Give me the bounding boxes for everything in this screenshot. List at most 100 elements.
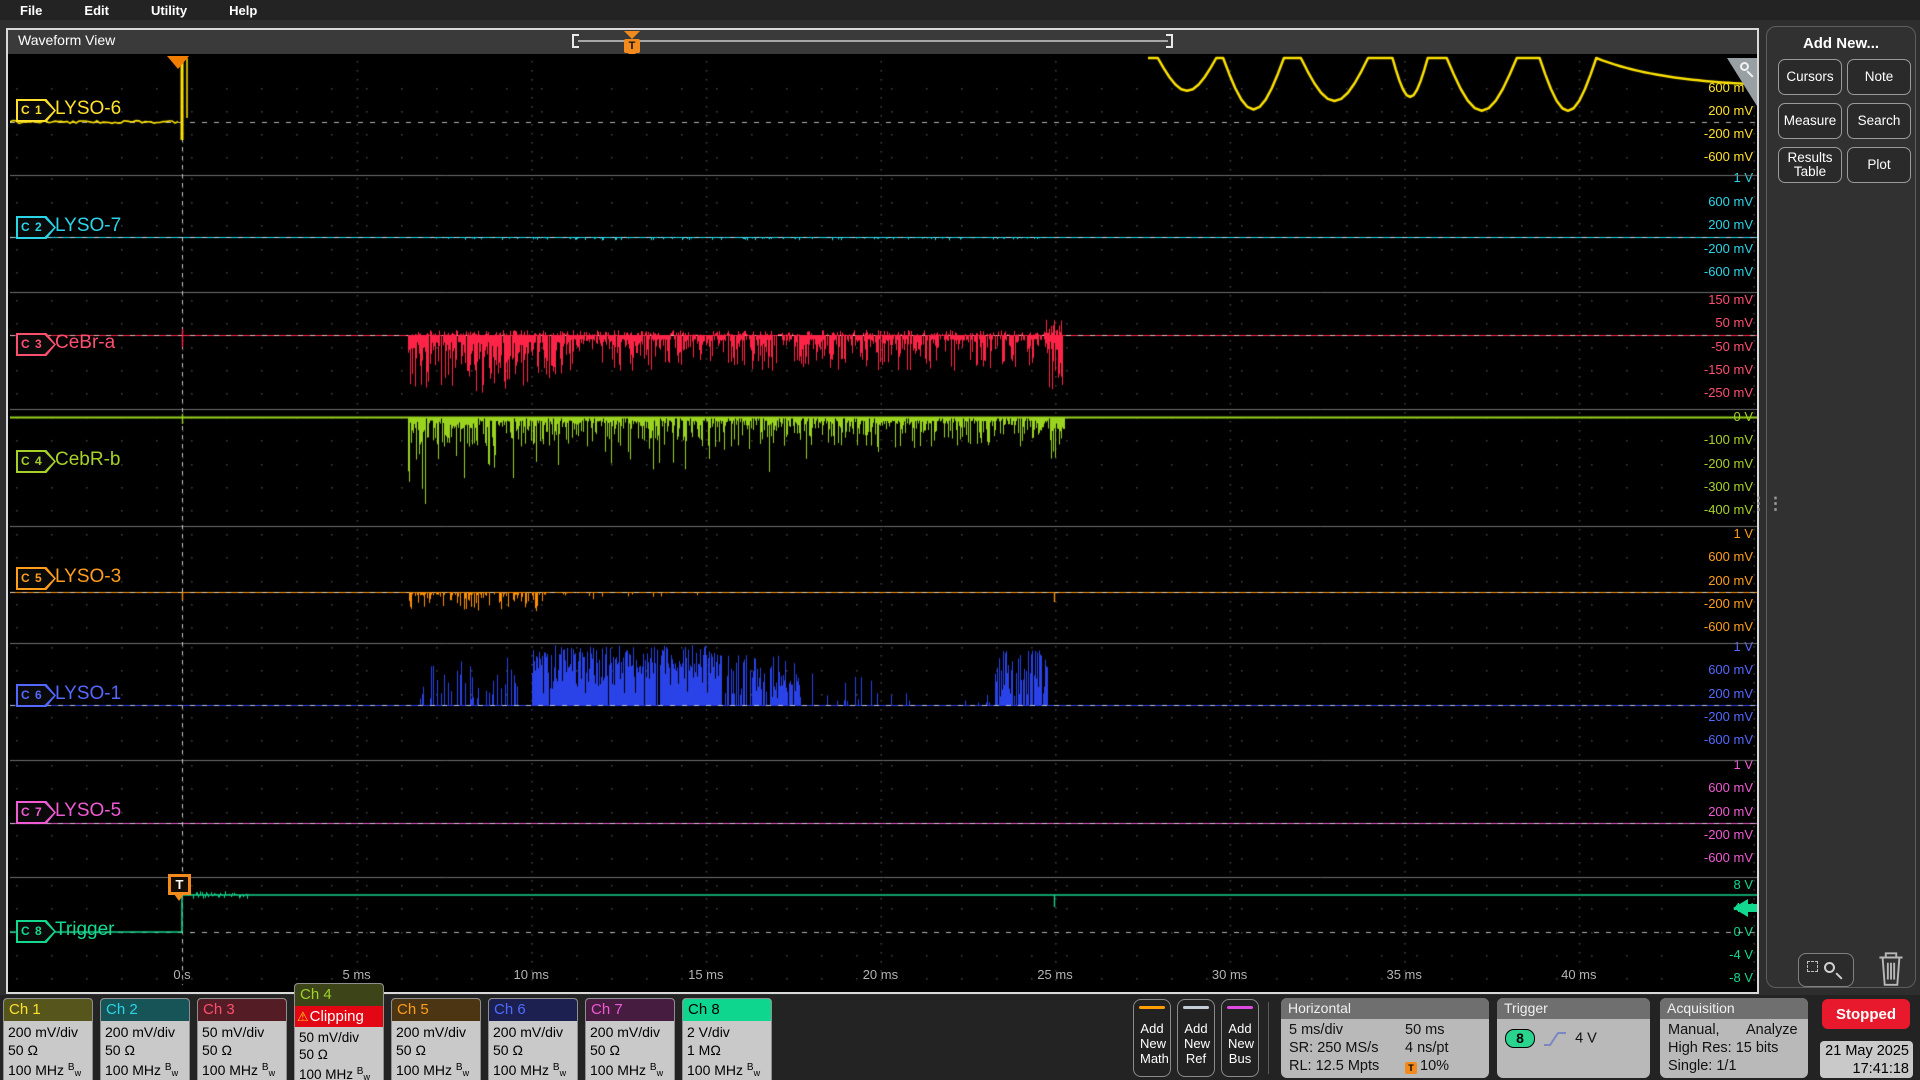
channel-name-label[interactable]: CebR-b: [55, 449, 120, 471]
minimap-right-bracket[interactable]: [1166, 34, 1173, 48]
channel-tag-c5[interactable]: C 5: [16, 567, 56, 590]
channel-impedance: 50 Ω: [396, 1041, 476, 1059]
channel-badge-title: Ch 8: [683, 999, 771, 1021]
sidebar-button-cursors[interactable]: Cursors: [1778, 59, 1842, 95]
channel-badge-ch3[interactable]: Ch 350 mV/div50 Ω100 MHz Bw: [197, 998, 287, 1080]
channel-tag-label: C 8: [16, 920, 56, 943]
channel-impedance: 50 Ω: [105, 1041, 185, 1059]
trigger-position-marker[interactable]: [167, 56, 189, 69]
channel-badge-settings: 200 mV/div50 Ω100 MHz Bw: [101, 1021, 189, 1080]
add-new-math-button[interactable]: AddNewMath: [1133, 999, 1171, 1077]
clipping-label: Clipping: [310, 1008, 364, 1025]
channel-tag-c7[interactable]: C 7: [16, 801, 56, 824]
channel-name-label[interactable]: CeBr-a: [55, 332, 115, 354]
channel-badge-settings: 2 V/div1 MΩ100 MHz Bw: [683, 1021, 771, 1080]
channel-scale: 200 mV/div: [493, 1023, 573, 1041]
add-new-ref-button[interactable]: AddNewRef: [1177, 999, 1215, 1077]
trash-icon[interactable]: [1870, 947, 1912, 989]
menu-bar: File Edit Utility Help: [0, 0, 1920, 20]
sidebar-button-note[interactable]: Note: [1847, 59, 1911, 95]
channel-tag-c3[interactable]: C 3: [16, 333, 56, 356]
menu-item-edit[interactable]: Edit: [84, 3, 109, 18]
zoom-lens-icon: [1824, 962, 1835, 973]
trigger-level-arrow[interactable]: [1733, 899, 1748, 917]
sidebar-button-measure[interactable]: Measure: [1778, 103, 1842, 139]
minimap-trigger-pointer-icon: [624, 31, 640, 39]
channel-badge-title: Ch 6: [489, 999, 577, 1021]
channel-badge-settings: 200 mV/div50 Ω100 MHz Bw: [489, 1021, 577, 1080]
menu-item-help[interactable]: Help: [229, 3, 257, 18]
channel-bandwidth: 100 MHz Bw: [493, 1059, 573, 1080]
horizontal-panel-title: Horizontal: [1281, 998, 1489, 1019]
waveform-canvas[interactable]: [10, 55, 1757, 992]
minimap-record-line: [578, 40, 1168, 42]
zoom-overview-icon[interactable]: [1727, 58, 1757, 106]
channel-tag-c2[interactable]: C 2: [16, 216, 56, 239]
channel-badge-ch2[interactable]: Ch 2200 mV/div50 Ω100 MHz Bw: [100, 998, 190, 1080]
datetime-box[interactable]: 21 May 2025 17:41:18: [1820, 1041, 1913, 1078]
channel-bandwidth: 100 MHz Bw: [396, 1059, 476, 1080]
channel-name-label[interactable]: Trigger: [55, 919, 114, 941]
channel-badge-ch4[interactable]: Ch 4⚠Clipping50 mV/div50 Ω100 MHz Bw: [294, 983, 384, 1080]
channel-badge-title: Ch 2: [101, 999, 189, 1021]
sidebar-button-plot[interactable]: Plot: [1847, 147, 1911, 183]
horizontal-scale: 5 ms/div: [1289, 1022, 1343, 1038]
channel-name-label[interactable]: LYSO-7: [55, 215, 121, 237]
channel-bandwidth: 100 MHz Bw: [202, 1059, 282, 1080]
minimap-left-bracket[interactable]: [572, 34, 579, 48]
view-tab[interactable]: Waveform View: [18, 32, 115, 48]
channel-badge-ch8[interactable]: Ch 82 V/div1 MΩ100 MHz Bw: [682, 998, 772, 1080]
horizontal-samplerate: SR: 250 MS/s: [1289, 1040, 1378, 1056]
minimap-trigger-marker[interactable]: T: [624, 39, 640, 53]
add-new-box: Add New... CursorsNoteMeasureSearchResul…: [1766, 26, 1916, 988]
menu-item-file[interactable]: File: [20, 3, 42, 18]
acquisition-panel[interactable]: Acquisition Manual, Analyze High Res: 15…: [1660, 998, 1808, 1078]
channel-badge-title: Ch 7: [586, 999, 674, 1021]
horizontal-recordlength: RL: 12.5 Mpts: [1289, 1058, 1379, 1074]
channel-tag-c4[interactable]: C 4: [16, 450, 56, 473]
sidebar-button-results-table[interactable]: Results Table: [1778, 147, 1842, 183]
channel-tag-c6[interactable]: C 6: [16, 684, 56, 707]
channel-badge-ch5[interactable]: Ch 5200 mV/div50 Ω100 MHz Bw: [391, 998, 481, 1080]
channel-badge-title: Ch 3: [198, 999, 286, 1021]
zoom-tool-button[interactable]: [1798, 953, 1854, 987]
bottom-bar-separator: [1268, 1002, 1269, 1074]
add-new-bus-button[interactable]: AddNewBus: [1221, 999, 1259, 1077]
clipping-warning: ⚠Clipping: [295, 1006, 383, 1027]
ref-color-bar: [1183, 1006, 1209, 1009]
run-stop-status-button[interactable]: Stopped: [1822, 999, 1910, 1029]
bottom-bar: Ch 1200 mV/div50 Ω100 MHz BwCh 2200 mV/d…: [0, 995, 1920, 1080]
sidebar-button-search[interactable]: Search: [1847, 103, 1911, 139]
trigger-level-value: 4 V: [1575, 1030, 1597, 1046]
trigger-panel[interactable]: Trigger 8 4 V: [1497, 998, 1650, 1078]
channel-badge-settings: 50 mV/div50 Ω100 MHz Bw: [198, 1021, 286, 1080]
channel-name-label[interactable]: LYSO-1: [55, 683, 121, 705]
channel-name-label[interactable]: LYSO-5: [55, 800, 121, 822]
horizontal-resolution: 4 ns/pt: [1405, 1040, 1449, 1056]
math-color-bar: [1139, 1006, 1165, 1009]
channel-tag-c1[interactable]: C 1: [16, 99, 56, 122]
add-new-sidebar: Add New... CursorsNoteMeasureSearchResul…: [1759, 20, 1920, 995]
horizontal-trigpos: T10%: [1405, 1058, 1449, 1074]
channel-badge-settings: 50 mV/div50 Ω100 MHz Bw: [295, 1027, 383, 1080]
menu-item-utility[interactable]: Utility: [151, 3, 187, 18]
channel-badge-ch6[interactable]: Ch 6200 mV/div50 Ω100 MHz Bw: [488, 998, 578, 1080]
acquisition-highres: High Res: 15 bits: [1668, 1040, 1778, 1056]
channel-name-label[interactable]: LYSO-6: [55, 98, 121, 120]
graticule-area[interactable]: 600 mV200 mV-200 mV-600 mV1 V600 mV200 m…: [8, 54, 1757, 992]
channel-badge-settings: 200 mV/div50 Ω100 MHz Bw: [392, 1021, 480, 1080]
channel-name-label[interactable]: LYSO-3: [55, 566, 121, 588]
channel-tag-c8[interactable]: C 8: [16, 920, 56, 943]
channel-badge-ch1[interactable]: Ch 1200 mV/div50 Ω100 MHz Bw: [3, 998, 93, 1080]
channel-badge-ch7[interactable]: Ch 7200 mV/div50 Ω100 MHz Bw: [585, 998, 675, 1080]
channel-tag-label: C 7: [16, 801, 56, 824]
trigger-flag-tip-icon: [174, 894, 184, 901]
trigger-source-badge: 8: [1505, 1029, 1535, 1048]
date-label: 21 May 2025: [1820, 1042, 1909, 1060]
warning-icon: ⚠: [297, 1009, 309, 1024]
channel-bandwidth: 100 MHz Bw: [687, 1059, 767, 1080]
panel-drag-handle[interactable]: ⋮⋮: [1750, 500, 1784, 507]
trigger-flag[interactable]: T: [168, 874, 191, 895]
horizontal-panel[interactable]: Horizontal 5 ms/div 50 ms SR: 250 MS/s 4…: [1281, 998, 1489, 1078]
channel-bandwidth: 100 MHz Bw: [105, 1059, 185, 1080]
